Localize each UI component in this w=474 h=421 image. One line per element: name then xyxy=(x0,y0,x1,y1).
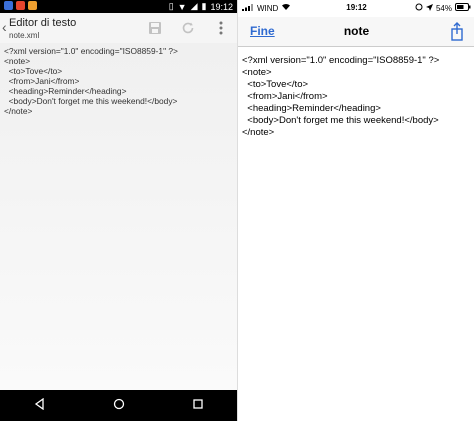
android-status-time: 19:12 xyxy=(210,1,233,12)
nav-recents-icon[interactable] xyxy=(192,397,204,415)
code-line: <?xml version="1.0" encoding="ISO8859-1"… xyxy=(242,55,440,66)
share-icon[interactable] xyxy=(447,21,467,41)
editor-text-area[interactable]: <?xml version="1.0" encoding="ISO8859-1"… xyxy=(0,43,237,390)
app-notification-icon xyxy=(16,1,25,10)
android-toolbar: ‹ Editor di testo note.xml xyxy=(0,13,237,43)
code-line: </note> xyxy=(4,106,33,116)
back-chevron-icon[interactable]: ‹ xyxy=(2,19,7,35)
battery-percent: 54% xyxy=(435,3,452,13)
android-nav-bar xyxy=(0,390,237,421)
nav-home-icon[interactable] xyxy=(113,397,125,415)
save-icon[interactable] xyxy=(146,19,164,37)
battery-icon: ▮ xyxy=(201,1,207,11)
ios-nav-bar: Fine note xyxy=(238,17,474,47)
messenger-icon xyxy=(4,1,13,10)
code-line: <heading>Reminder</heading> xyxy=(8,86,127,96)
code-line: <to>Tove</to> xyxy=(8,66,63,76)
xml-content: <?xml version="1.0" encoding="ISO8859-1"… xyxy=(0,43,237,119)
battery-icon xyxy=(455,3,471,13)
vibrate-icon: ▯ xyxy=(168,1,174,11)
code-line: <to>Tove</to> xyxy=(247,79,309,90)
code-line: <note> xyxy=(4,56,31,66)
code-line: <body>Don't forget me this weekend!</bod… xyxy=(8,96,178,106)
code-line: <from>Jani</from> xyxy=(8,76,80,86)
photos-icon xyxy=(28,1,37,10)
rotation-lock-icon xyxy=(415,3,423,13)
more-options-icon[interactable] xyxy=(212,19,230,37)
location-icon xyxy=(425,3,433,13)
ios-screen: WIND 19:12 54% Fine note <?xml version=" xyxy=(237,0,474,421)
document-title: note xyxy=(343,24,370,38)
nav-back-icon[interactable] xyxy=(34,397,46,415)
code-line: <?xml version="1.0" encoding="ISO8859-1"… xyxy=(4,46,178,56)
code-line: <body>Don't forget me this weekend!</bod… xyxy=(247,115,439,126)
document-viewer[interactable]: <?xml version="1.0" encoding="ISO8859-1"… xyxy=(238,47,474,421)
xml-content: <?xml version="1.0" encoding="ISO8859-1"… xyxy=(238,47,474,147)
file-name: note.xml xyxy=(9,31,40,40)
ios-status-bar: WIND 19:12 54% xyxy=(238,0,474,17)
android-screen: ▯ ▼ ◢ ▮ 19:12 ‹ Editor di testo note.xml… xyxy=(0,0,237,421)
wifi-icon: ▼ xyxy=(177,1,187,12)
code-line: <heading>Reminder</heading> xyxy=(247,103,381,114)
code-line: </note> xyxy=(242,127,275,138)
code-line: <note> xyxy=(242,67,272,78)
app-title: Editor di testo xyxy=(9,17,77,29)
code-line: <from>Jani</from> xyxy=(247,91,328,102)
android-status-bar: ▯ ▼ ◢ ▮ 19:12 xyxy=(0,0,237,13)
refresh-icon[interactable] xyxy=(179,19,197,37)
signal-icon: ◢ xyxy=(190,1,198,11)
